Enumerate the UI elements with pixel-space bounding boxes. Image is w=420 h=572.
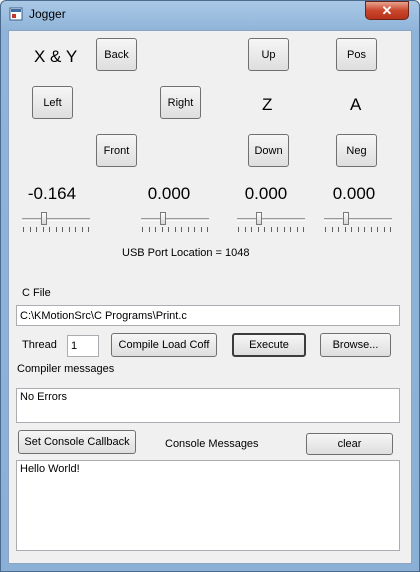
slider-tick [49,227,50,232]
slider-tick [155,227,156,232]
slider-tick [325,227,326,232]
slider-tick [283,227,285,232]
slider-track [22,218,90,221]
slider-tick [207,227,208,232]
slider-tick [270,227,272,232]
up-button[interactable]: Up [248,38,289,71]
slider-tick [88,227,89,232]
slider-tick [338,227,339,232]
slider-tick [390,227,391,232]
c-file-label: C File [22,287,51,299]
title-bar[interactable]: Jogger [1,1,419,27]
slider-thumb[interactable] [40,212,47,225]
console-messages-label: Console Messages [165,438,259,450]
slider-tick [23,227,24,232]
set-console-callback-button[interactable]: Set Console Callback [18,430,136,454]
slider-tick [264,227,265,232]
slider-ticks [238,227,304,233]
slider-tick [370,227,372,232]
a-speed-slider[interactable] [322,212,394,234]
slider-tick [29,227,31,232]
slider-tick [55,227,57,232]
slider-thumb[interactable] [342,212,349,225]
z-position-value: 0.000 [244,184,288,203]
c-file-path-input[interactable] [16,305,400,326]
slider-tick [68,227,70,232]
z-axis-label: Z [262,95,273,114]
app-icon [9,7,23,21]
thread-input[interactable] [67,335,99,357]
slider-tick [174,227,176,232]
console-output-box[interactable]: Hello World! [16,460,400,551]
slider-ticks [142,227,208,233]
execute-button[interactable]: Execute [232,333,306,357]
xy-axis-label: X & Y [34,47,78,66]
a-axis-label: A [350,95,362,114]
back-button[interactable]: Back [96,38,137,71]
slider-track [237,218,305,221]
slider-thumb[interactable] [159,212,166,225]
x-position-value: -0.164 [27,184,77,203]
slider-tick [161,227,163,232]
slider-tick [290,227,291,232]
a-position-value: 0.000 [332,184,376,203]
right-button[interactable]: Right [160,86,201,119]
pos-button[interactable]: Pos [336,38,377,71]
slider-tick [351,227,352,232]
slider-tick [277,227,278,232]
window-title: Jogger [29,7,66,21]
y-position-value: 0.000 [147,184,191,203]
slider-tick [148,227,150,232]
compiler-messages-box[interactable]: No Errors [16,388,400,423]
z-speed-slider[interactable] [235,212,307,234]
slider-tick [257,227,259,232]
close-button[interactable]: ✕ [365,1,409,20]
slider-tick [303,227,304,232]
compiler-messages-label: Compiler messages [17,363,115,375]
slider-tick [168,227,169,232]
slider-tick [187,227,189,232]
slider-tick [81,227,83,232]
slider-tick [194,227,195,232]
slider-thumb[interactable] [255,212,262,225]
slider-tick [357,227,359,232]
slider-tick [364,227,365,232]
slider-tick [181,227,182,232]
slider-track [324,218,392,221]
slider-tick [62,227,63,232]
slider-tick [296,227,298,232]
slider-tick [251,227,252,232]
slider-tick [331,227,333,232]
neg-button[interactable]: Neg [336,134,377,167]
slider-tick [200,227,202,232]
slider-tick [42,227,44,232]
usb-port-location: USB Port Location = 1048 [122,247,250,259]
browse-button[interactable]: Browse... [320,333,391,357]
slider-tick [344,227,346,232]
slider-tick [383,227,385,232]
slider-tick [142,227,143,232]
front-button[interactable]: Front [96,134,137,167]
y-speed-slider[interactable] [139,212,211,234]
slider-ticks [325,227,391,233]
left-button[interactable]: Left [32,86,73,119]
slider-tick [75,227,76,232]
thread-label: Thread [22,339,57,351]
slider-ticks [23,227,89,233]
clear-button[interactable]: clear [306,433,393,455]
down-button[interactable]: Down [248,134,289,167]
slider-tick [377,227,378,232]
slider-tick [244,227,246,232]
slider-tick [238,227,239,232]
slider-track [141,218,209,221]
x-speed-slider[interactable] [20,212,92,234]
compile-load-coff-button[interactable]: Compile Load Coff [111,333,217,357]
slider-tick [36,227,37,232]
